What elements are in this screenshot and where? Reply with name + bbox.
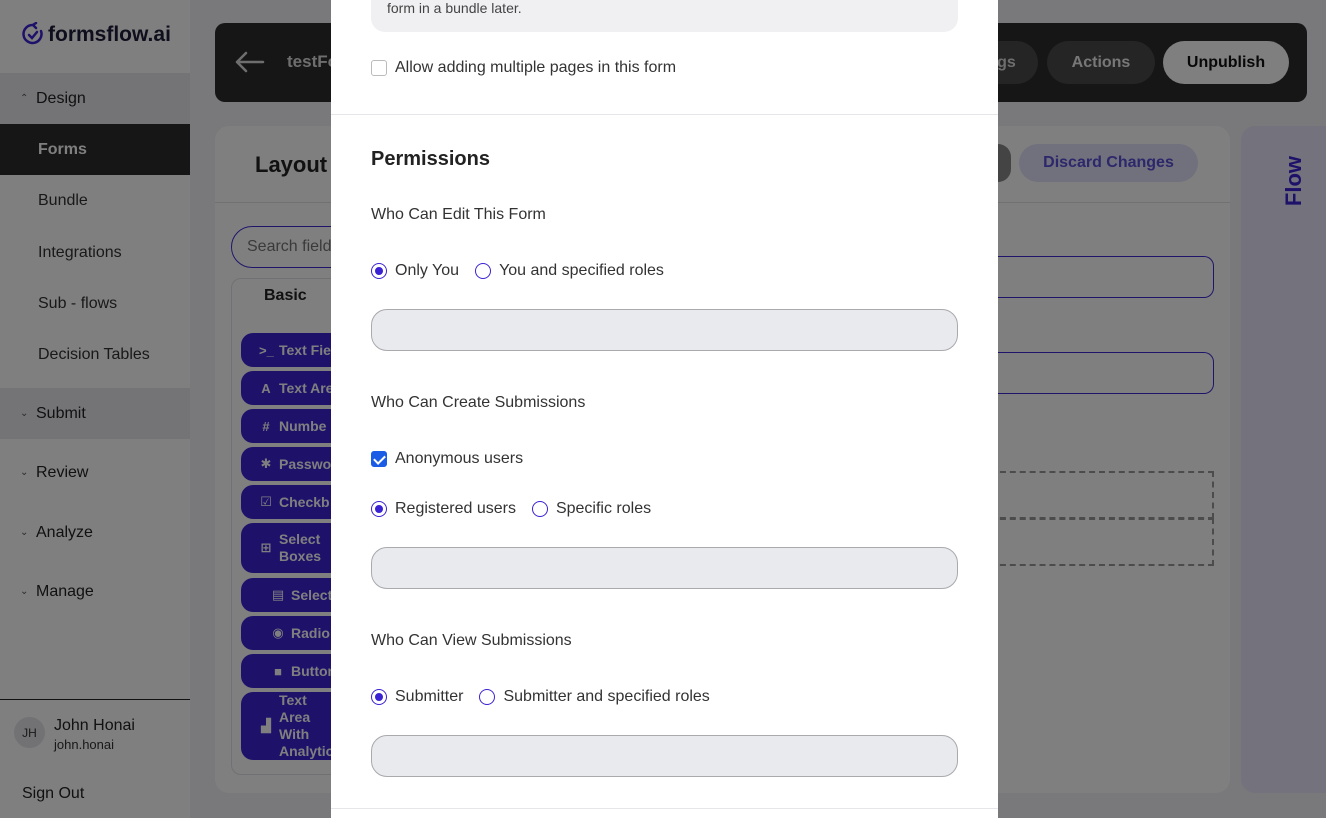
radio-label: Only You (395, 262, 460, 279)
radio-registered-users[interactable]: Registered users (371, 500, 516, 518)
radio-you-and-roles[interactable]: You and specified roles (475, 262, 664, 280)
radio-label: Specific roles (555, 500, 652, 517)
anonymous-users-label: Anonymous users (395, 450, 524, 467)
radio-label: Submitter and specified roles (503, 688, 710, 705)
create-permission-options: Registered users Specific roles (371, 500, 667, 518)
divider (331, 114, 998, 115)
form-settings-modal: form in a bundle later. Allow adding mul… (331, 0, 998, 818)
create-permission-label: Who Can Create Submissions (371, 394, 586, 411)
radio-button[interactable] (479, 689, 496, 705)
view-permission-label: Who Can View Submissions (371, 632, 572, 649)
anonymous-users-option[interactable]: Anonymous users (371, 450, 523, 468)
edit-permission-options: Only You You and specified roles (371, 262, 680, 280)
edit-permission-label: Who Can Edit This Form (371, 206, 546, 223)
multi-page-option[interactable]: Allow adding multiple pages in this form (371, 59, 676, 77)
radio-button[interactable] (371, 501, 387, 517)
radio-submitter[interactable]: Submitter (371, 688, 463, 706)
radio-label: Submitter (395, 688, 464, 705)
multi-page-label: Allow adding multiple pages in this form (395, 59, 677, 76)
view-permission-options: Submitter Submitter and specified roles (371, 688, 726, 706)
radio-button[interactable] (475, 263, 492, 279)
radio-button[interactable] (531, 501, 548, 517)
radio-label: Registered users (395, 500, 516, 517)
radio-specific-roles[interactable]: Specific roles (531, 500, 652, 518)
multi-page-checkbox[interactable] (371, 60, 387, 76)
radio-button[interactable] (371, 263, 387, 279)
radio-submitter-and-roles[interactable]: Submitter and specified roles (479, 688, 710, 706)
info-note: form in a bundle later. (371, 0, 958, 32)
create-roles-input[interactable] (371, 547, 958, 589)
radio-only-you[interactable]: Only You (371, 262, 459, 280)
radio-label: You and specified roles (499, 262, 664, 279)
edit-roles-input[interactable] (371, 309, 958, 351)
permissions-heading: Permissions (371, 148, 490, 170)
radio-button[interactable] (371, 689, 387, 705)
view-roles-input[interactable] (371, 735, 958, 777)
divider (331, 808, 998, 809)
anonymous-users-checkbox[interactable] (371, 451, 387, 467)
